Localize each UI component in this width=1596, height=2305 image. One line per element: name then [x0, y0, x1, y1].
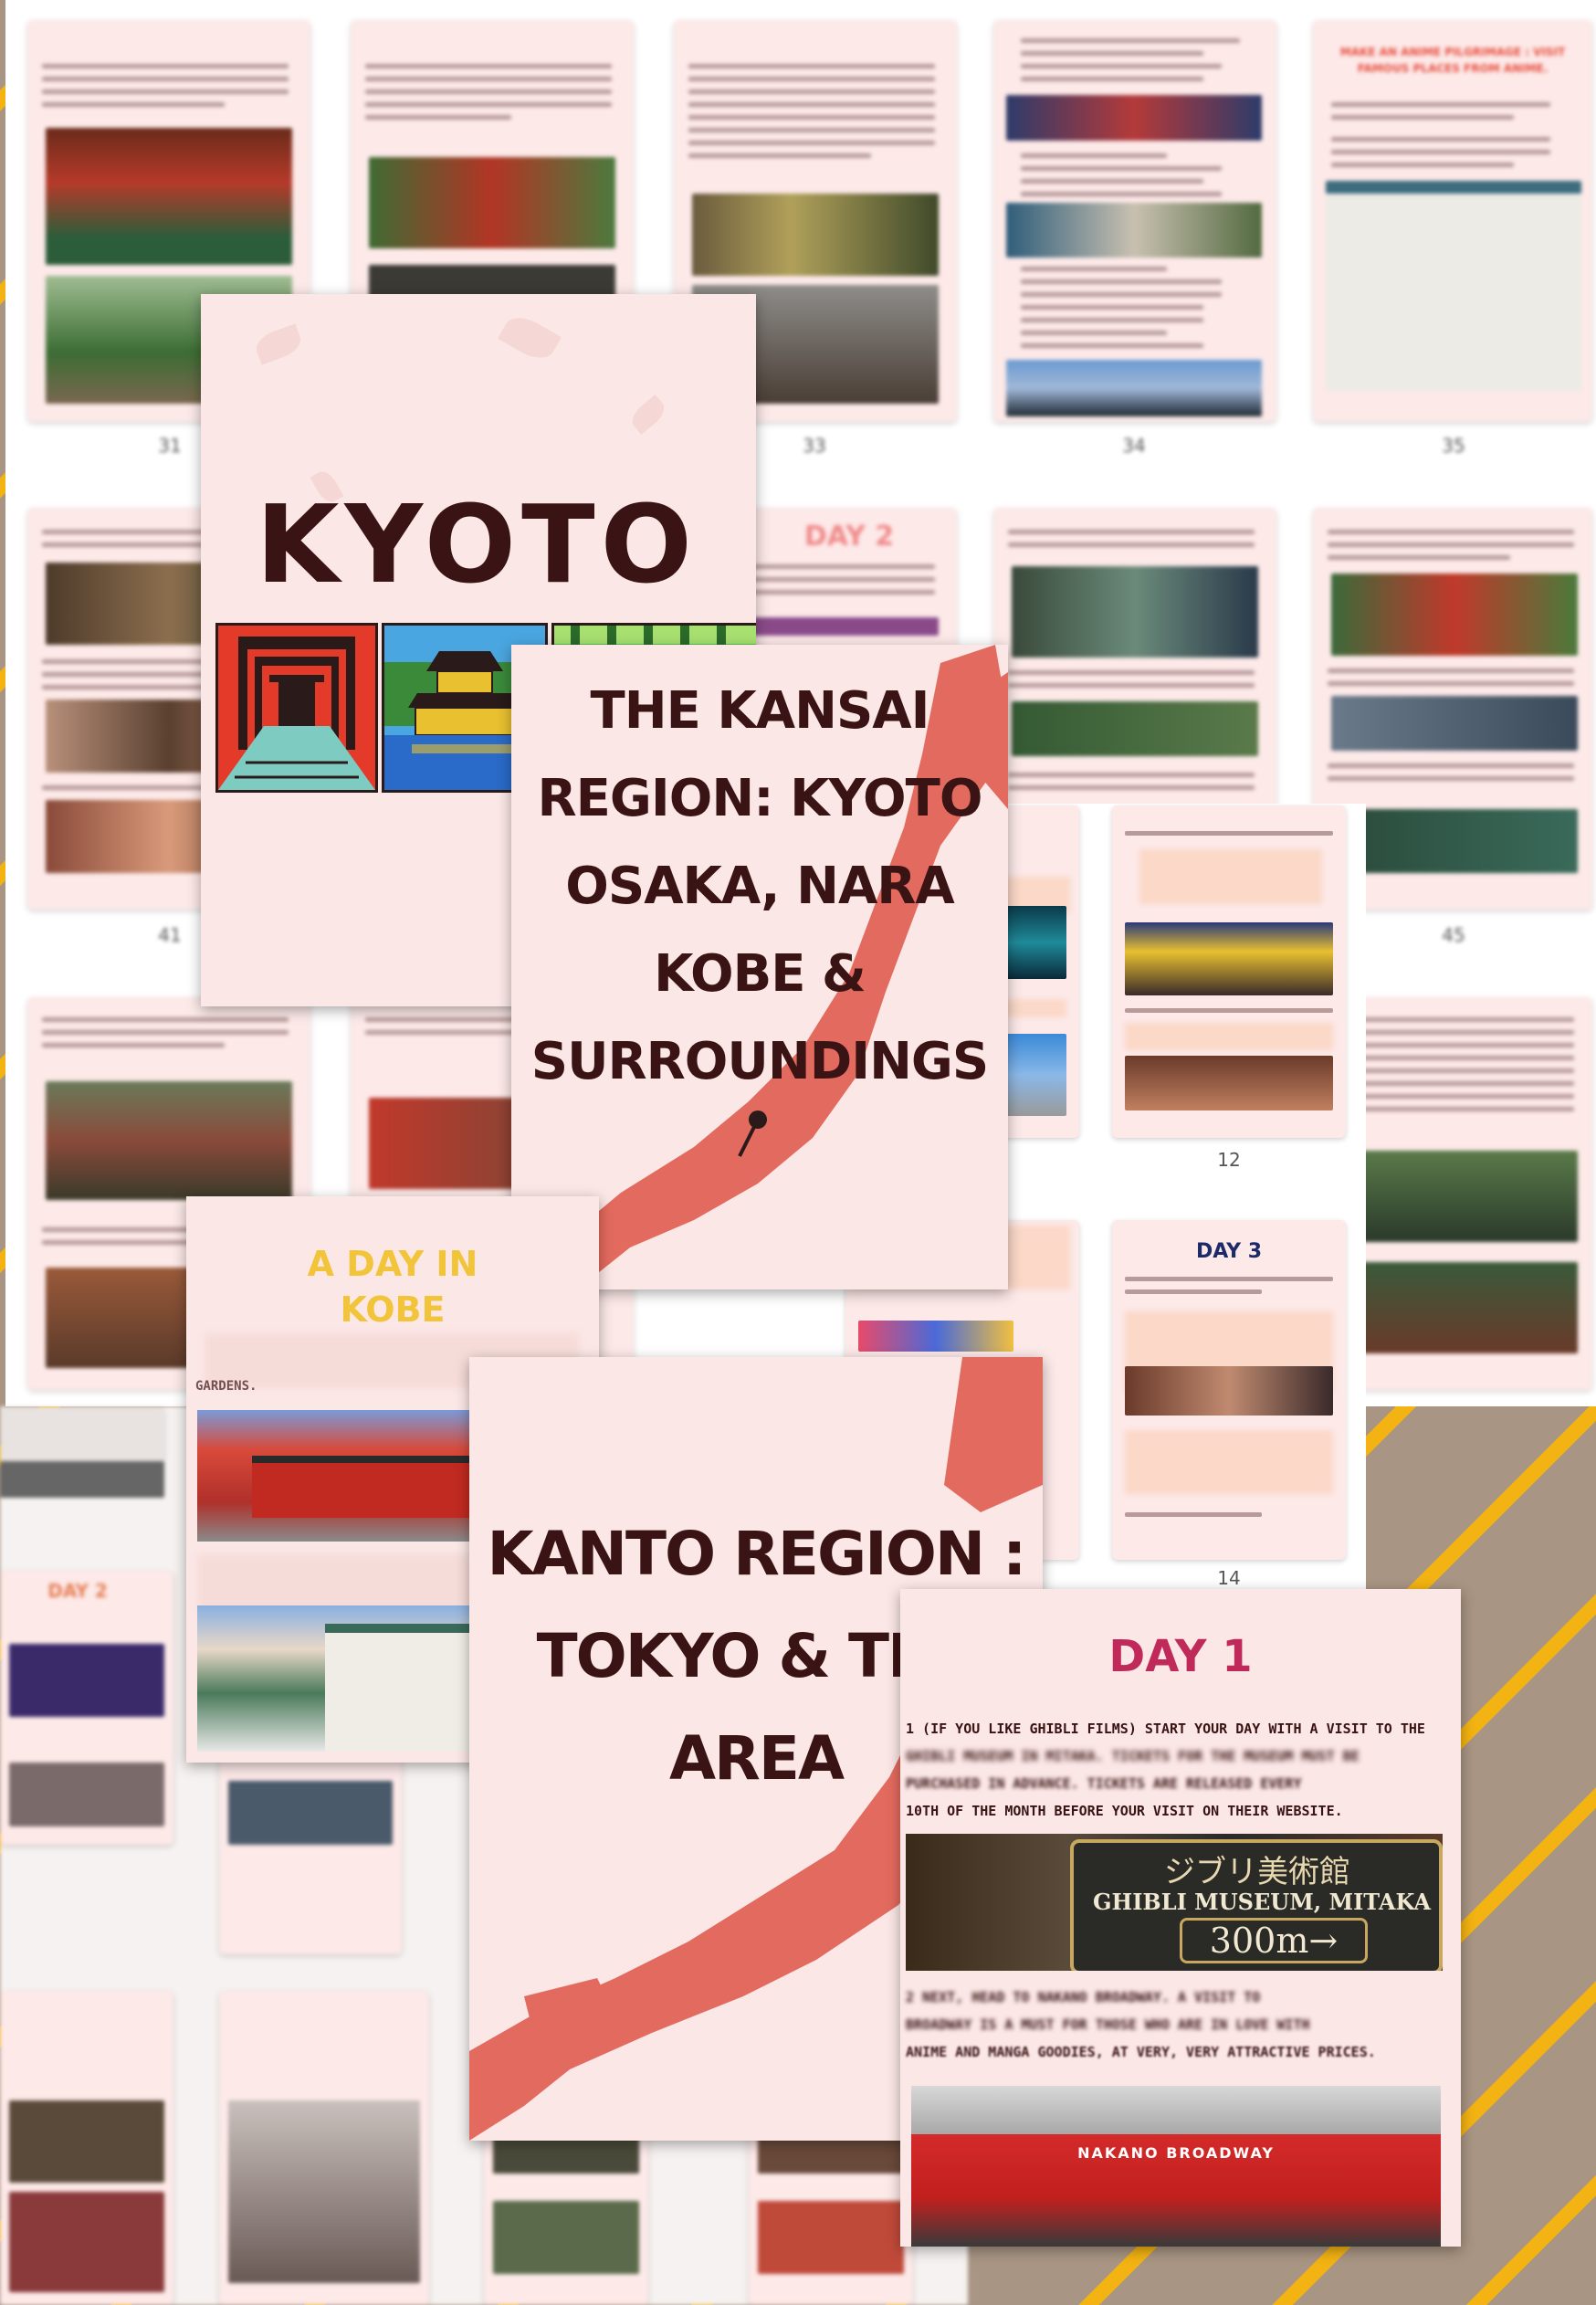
day1-line6: BROADWAY IS A MUST FOR THOSE WHO ARE IN …: [906, 2016, 1310, 2033]
thumb-page-14: DAY 3: [1112, 1220, 1346, 1560]
ghibli-museum-sign-photo: ジブリ美術館 GHIBLI MUSEUM, MITAKA 300m→: [906, 1834, 1443, 1971]
kansai-title-line1: THE KANSAI: [590, 681, 930, 741]
day1-line5: 2 NEXT, HEAD TO NAKANO BROADWAY. A VISIT…: [906, 1989, 1261, 2005]
kansai-title-line5: SURROUNDINGS: [530, 1032, 989, 1091]
day1-line1: 1 (IF YOU LIKE GHIBLI FILMS) START YOUR …: [906, 1721, 1425, 1737]
page-number: 31: [158, 435, 182, 457]
kansai-title-line2: REGION: KYOTO: [537, 769, 983, 828]
kobe-title-line1: A DAY IN: [307, 1244, 478, 1284]
page-number: 33: [803, 435, 826, 457]
day1-line2: GHIBLI MUSEUM IN MITAKA. TICKETS FOR THE…: [906, 1748, 1360, 1764]
page-number: 34: [1122, 435, 1146, 457]
thumb-pink-heading: MAKE AN ANIME PILGRIMAGE : VISIT FAMOUS …: [1339, 46, 1566, 75]
day1-line4: 10TH OF THE MONTH BEFORE YOUR VISIT ON T…: [906, 1803, 1343, 1819]
kobe-text: GARDENS.: [195, 1379, 257, 1394]
nakano-sign-text: NAKANO BROADWAY: [1077, 2144, 1275, 2162]
torii-gates-illustration: [215, 623, 378, 793]
page-number: 14: [1217, 1567, 1241, 1589]
day1-page: DAY 1 1 (IF YOU LIKE GHIBLI FILMS) START…: [900, 1589, 1461, 2247]
page-number: 45: [1442, 924, 1465, 946]
kansai-title-line4: KOBE &: [654, 944, 866, 1004]
thumb-page-12: [1112, 805, 1346, 1138]
page-number: 12: [1217, 1149, 1241, 1171]
kyoto-title: KYOTO: [256, 481, 698, 607]
day1-title: DAY 1: [1108, 1631, 1253, 1682]
kansai-title-line3: OSAKA, NARA: [565, 857, 955, 916]
page-number: 41: [158, 924, 182, 946]
sign-distance-text: 300m→: [1180, 1918, 1368, 1963]
thumb-day2-small-label: DAY 2: [47, 1580, 108, 1602]
sign-en-text: GHIBLI MUSEUM, MITAKA: [1093, 1889, 1431, 1915]
page-number: 35: [1442, 435, 1465, 457]
torii-icon: [218, 626, 375, 790]
thumb-day2-label: DAY 2: [803, 521, 895, 553]
kobe-title-line2: KOBE: [340, 1289, 446, 1330]
nakano-broadway-photo: NAKANO BROADWAY: [911, 2086, 1441, 2247]
thumb-page-34: [993, 20, 1276, 422]
thumb-page-35: MAKE AN ANIME PILGRIMAGE : VISIT FAMOUS …: [1313, 20, 1592, 422]
day1-line3: PURCHASED IN ADVANCE. TICKETS ARE RELEAS…: [906, 1775, 1302, 1792]
thumb-day3-label: DAY 3: [1195, 1240, 1263, 1263]
sign-jp-text: ジブリ美術館: [1164, 1854, 1350, 1890]
kansai-cover-page: THE KANSAI REGION: KYOTO OSAKA, NARA KOB…: [511, 645, 1008, 1289]
kanto-title-line1: KANTO REGION :: [487, 1519, 1027, 1589]
day1-line7: ANIME AND MANGA GOODIES, AT VERY, VERY A…: [906, 2044, 1376, 2060]
